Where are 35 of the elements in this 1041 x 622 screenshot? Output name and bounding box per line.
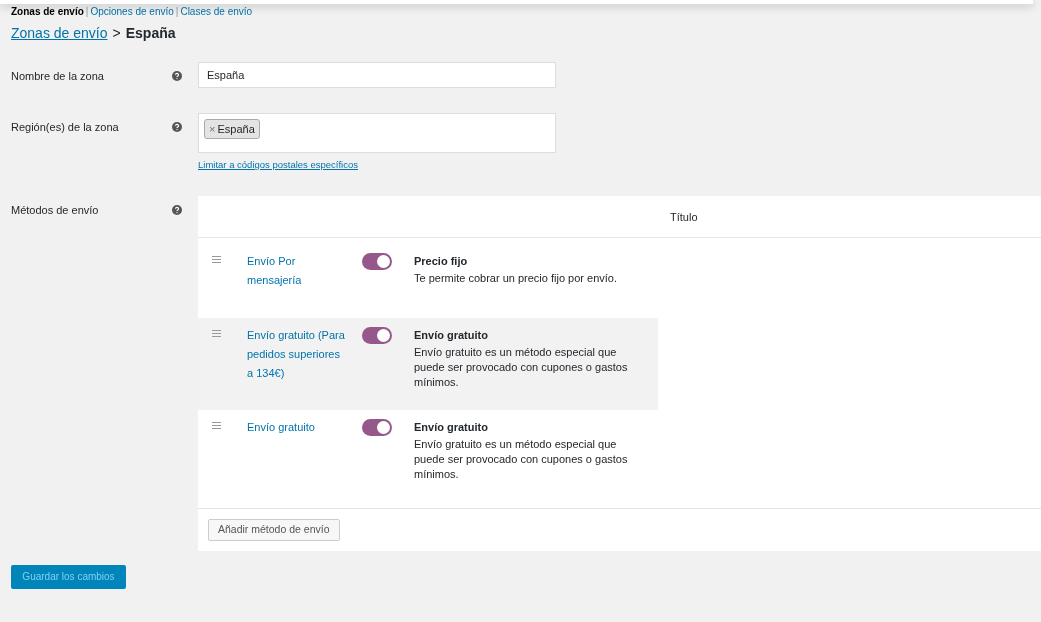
postcode-link[interactable]: Limitar a códigos postales específicos <box>198 158 556 173</box>
subnav-link[interactable]: Zonas de envío <box>11 3 84 19</box>
method-description: Envío gratuito es un método especial que puede ser provocado con cupones o gastos mínimos. <box>414 437 629 483</box>
region-tag[interactable]: × España <box>204 119 260 139</box>
toggle-switch[interactable] <box>362 327 392 345</box>
drag-handle-icon[interactable] <box>212 330 221 338</box>
field-label: Métodos de envío <box>11 204 99 217</box>
breadcrumb-current: España <box>125 24 176 43</box>
drag-handle-icon[interactable] <box>212 422 221 430</box>
drag-handle-icon[interactable] <box>212 256 221 264</box>
help-icon <box>172 71 182 81</box>
subnav-link[interactable]: Opciones de envío <box>90 3 174 19</box>
column-header: Título <box>670 209 698 225</box>
add-shipping-method-button[interactable]: Añadir método de envío <box>208 519 340 542</box>
method-name-link[interactable]: Envío gratuito (Para pedidos superiores a 134€) <box>247 326 348 384</box>
subnav-link[interactable]: Clases de envío <box>180 3 253 19</box>
region-select-field[interactable]: × España <box>198 113 556 153</box>
help-icon <box>172 205 182 216</box>
zone-name-field[interactable]: España <box>198 62 556 88</box>
method-title: Envío gratuito <box>414 328 489 344</box>
method-description: Te permite cobrar un precio fijo por envío. <box>414 271 618 287</box>
help-icon <box>172 122 182 132</box>
method-title: Precio fijo <box>414 254 469 270</box>
field-label: Región(es) de la zona <box>11 121 119 133</box>
breadcrumb-separator: > <box>112 24 121 43</box>
toggle-switch[interactable] <box>362 253 392 271</box>
toggle-switch[interactable] <box>362 419 392 437</box>
subnav-separator: | <box>174 4 180 19</box>
method-name-link[interactable]: Envío gratuito <box>247 418 348 438</box>
field-label: Nombre de la zona <box>11 70 104 82</box>
method-description: Envío gratuito es un método especial que puede ser provocado con cupones o gastos mínimos. <box>414 345 629 391</box>
method-title: Envío gratuito <box>414 420 489 436</box>
breadcrumb-link[interactable]: Zonas de envío <box>11 23 108 44</box>
method-name-link[interactable]: Envío Por mensajería <box>247 252 348 291</box>
subnav-separator: | <box>84 4 90 19</box>
